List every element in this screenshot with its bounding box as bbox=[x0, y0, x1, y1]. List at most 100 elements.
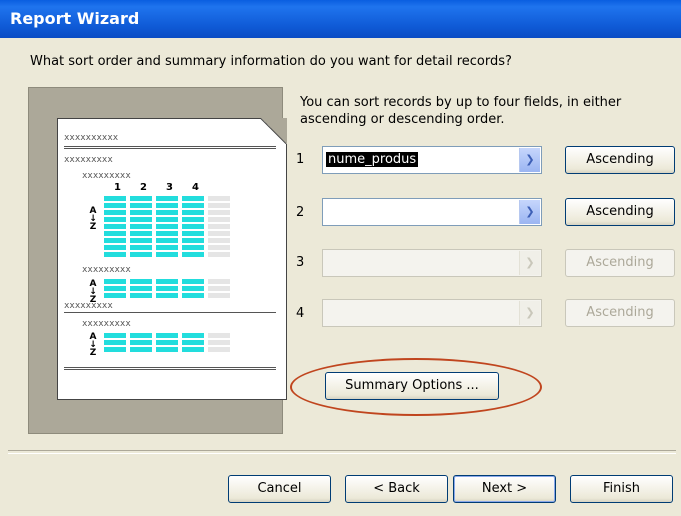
sort-field-2-select[interactable]: ❯ bbox=[322, 198, 542, 226]
preview-data-cell bbox=[208, 224, 230, 229]
sort-field-1-select[interactable]: nume_produs ❯ bbox=[322, 146, 542, 174]
sort-az-icon: A ↓ Z bbox=[89, 332, 97, 358]
preview-data-cell bbox=[156, 293, 178, 298]
preview-data-cell bbox=[104, 340, 126, 345]
preview-data-cell bbox=[130, 347, 152, 352]
sort-field-3-select[interactable]: ❯ bbox=[322, 249, 542, 277]
sort-row-number: 2 bbox=[296, 205, 305, 220]
preview-data-cell bbox=[130, 245, 152, 250]
sort-field-4-select[interactable]: ❯ bbox=[322, 299, 542, 327]
preview-data-cell bbox=[104, 293, 126, 298]
preview-data-cell bbox=[104, 217, 126, 222]
sort-order-4-button[interactable]: Ascending bbox=[565, 299, 675, 327]
preview-data-cell bbox=[130, 252, 152, 257]
summary-options-button[interactable]: Summary Options ... bbox=[325, 372, 499, 400]
preview-data-cell bbox=[208, 196, 230, 201]
preview-data-cell bbox=[156, 252, 178, 257]
preview-data-cell bbox=[182, 196, 204, 201]
preview-data-cell bbox=[182, 238, 204, 243]
preview-col-number: 3 bbox=[166, 182, 173, 193]
preview-data-cell bbox=[156, 231, 178, 236]
preview-group-text: xxxxxxxxx bbox=[82, 319, 131, 329]
chevron-down-icon[interactable]: ❯ bbox=[519, 301, 540, 325]
preview-data-cell bbox=[156, 286, 178, 291]
preview-data-cell bbox=[156, 333, 178, 338]
preview-data-cell bbox=[208, 293, 230, 298]
preview-data-cell bbox=[156, 279, 178, 284]
preview-data-cell bbox=[156, 224, 178, 229]
preview-data-cell bbox=[104, 245, 126, 250]
preview-rule bbox=[64, 369, 276, 370]
sort-order-1-button[interactable]: Ascending bbox=[565, 146, 675, 174]
preview-data-cell bbox=[208, 238, 230, 243]
preview-col-number: 1 bbox=[114, 182, 121, 193]
chevron-down-icon[interactable]: ❯ bbox=[519, 148, 540, 172]
preview-group-text: xxxxxxxxx bbox=[64, 301, 113, 311]
preview-data-cell bbox=[130, 293, 152, 298]
preview-data-cell bbox=[182, 286, 204, 291]
preview-rule bbox=[64, 148, 276, 149]
report-preview-panel: xxxxxxxxxx xxxxxxxxx xxxxxxxxx 1 2 3 4 A… bbox=[28, 87, 287, 434]
preview-data-cell bbox=[208, 231, 230, 236]
preview-data-cell bbox=[130, 279, 152, 284]
back-button[interactable]: < Back bbox=[345, 475, 448, 503]
window-title: Report Wizard bbox=[10, 9, 140, 28]
preview-data-cell bbox=[156, 245, 178, 250]
finish-button[interactable]: Finish bbox=[570, 475, 673, 503]
report-preview-page: xxxxxxxxxx xxxxxxxxx xxxxxxxxx 1 2 3 4 A… bbox=[57, 118, 287, 400]
preview-data-cell bbox=[182, 333, 204, 338]
preview-data-cell bbox=[208, 217, 230, 222]
preview-data-cell bbox=[130, 333, 152, 338]
preview-col-number: 4 bbox=[192, 182, 199, 193]
preview-data-cell bbox=[182, 217, 204, 222]
preview-data-cell bbox=[208, 210, 230, 215]
preview-data-cell bbox=[156, 217, 178, 222]
preview-data-cell bbox=[104, 231, 126, 236]
sort-order-3-button[interactable]: Ascending bbox=[565, 249, 675, 277]
preview-data-cell bbox=[156, 347, 178, 352]
preview-group-text: xxxxxxxxx bbox=[64, 155, 113, 165]
footer-separator bbox=[8, 450, 676, 454]
preview-data-cell bbox=[182, 210, 204, 215]
preview-data-cell bbox=[208, 245, 230, 250]
sort-order-2-button[interactable]: Ascending bbox=[565, 198, 675, 226]
preview-data-cell bbox=[208, 286, 230, 291]
preview-data-cell bbox=[104, 238, 126, 243]
preview-data-cell bbox=[208, 340, 230, 345]
sort-row-number: 1 bbox=[296, 152, 305, 167]
cancel-button[interactable]: Cancel bbox=[228, 475, 331, 503]
preview-data-cell bbox=[104, 210, 126, 215]
preview-data-cell bbox=[104, 279, 126, 284]
preview-group-text: xxxxxxxxx bbox=[82, 171, 131, 181]
preview-data-cell bbox=[208, 252, 230, 257]
preview-data-cell bbox=[130, 224, 152, 229]
preview-data-cell bbox=[130, 203, 152, 208]
preview-data-cell bbox=[104, 203, 126, 208]
preview-data-cell bbox=[156, 203, 178, 208]
preview-data-cell bbox=[104, 252, 126, 257]
sort-hint-text: You can sort records by up to four field… bbox=[300, 95, 622, 127]
next-button[interactable]: Next > bbox=[453, 475, 556, 503]
sort-az-icon: A ↓ Z bbox=[89, 206, 97, 232]
preview-data-cell bbox=[156, 238, 178, 243]
preview-data-cell bbox=[182, 245, 204, 250]
preview-data-cell bbox=[130, 286, 152, 291]
preview-data-cell bbox=[182, 279, 204, 284]
preview-data-cell bbox=[156, 340, 178, 345]
chevron-down-icon[interactable]: ❯ bbox=[519, 251, 540, 275]
preview-data-cell bbox=[156, 196, 178, 201]
preview-data-cell bbox=[130, 340, 152, 345]
preview-data-cell bbox=[104, 347, 126, 352]
preview-rule bbox=[64, 146, 276, 147]
question-text: What sort order and summary information … bbox=[30, 54, 512, 69]
preview-header-text: xxxxxxxxxx bbox=[64, 133, 119, 143]
preview-data-cell bbox=[208, 279, 230, 284]
preview-data-cell bbox=[130, 217, 152, 222]
preview-data-cell bbox=[130, 231, 152, 236]
preview-data-cell bbox=[130, 210, 152, 215]
preview-data-cell bbox=[182, 340, 204, 345]
sort-row-number: 4 bbox=[296, 306, 305, 321]
preview-rule bbox=[64, 367, 276, 368]
chevron-down-icon[interactable]: ❯ bbox=[519, 200, 540, 224]
preview-data-cell bbox=[104, 286, 126, 291]
